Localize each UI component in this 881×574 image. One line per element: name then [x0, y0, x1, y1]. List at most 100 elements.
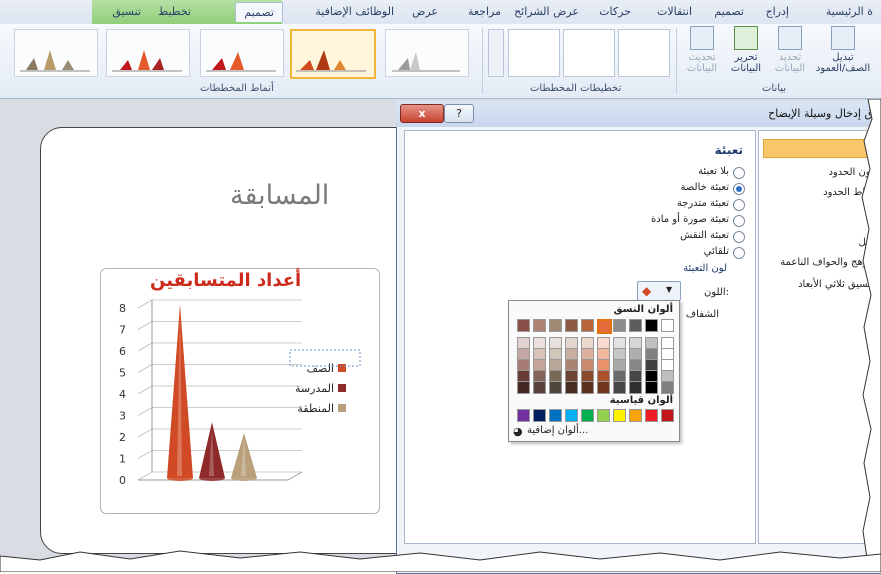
legend-key — [338, 364, 346, 372]
gridline-side — [137, 407, 153, 416]
tab-chart-layout[interactable]: تخطيط — [158, 5, 191, 18]
standard-color-swatch[interactable] — [645, 409, 658, 422]
theme-color-swatch[interactable] — [549, 319, 562, 332]
theme-shade-swatch[interactable] — [645, 381, 658, 394]
group-label-data: بيانات — [762, 83, 787, 94]
chart-legend[interactable]: الصف المدرسة المنطقة — [289, 349, 361, 415]
theme-shade-swatch[interactable] — [661, 381, 674, 394]
chart-layout-2[interactable] — [563, 29, 615, 77]
tab-animations[interactable]: حركات — [599, 5, 631, 18]
theme-color-swatch[interactable] — [533, 319, 546, 332]
transparency-label: الشفاف — [685, 309, 719, 320]
theme-shade-swatch[interactable] — [517, 381, 530, 394]
legend-label: الصف — [307, 362, 334, 375]
legend-label: المنطقة — [297, 402, 334, 415]
theme-shade-swatch[interactable] — [533, 381, 546, 394]
tab-chart-format[interactable]: تنسيق — [112, 5, 141, 18]
theme-color-swatch[interactable] — [565, 319, 578, 332]
legend-key — [338, 384, 346, 392]
tab-addins[interactable]: الوظائف الإضافية — [315, 5, 394, 18]
theme-shade-swatch[interactable] — [549, 381, 562, 394]
theme-color-swatch[interactable] — [517, 319, 530, 332]
tab-review[interactable]: مراجعة — [468, 5, 501, 18]
color-wheel-icon: ◕ — [513, 425, 523, 438]
label-picture-fill: تعبئة صورة أو مادة — [651, 214, 729, 225]
tab-insert[interactable]: إدراج — [766, 5, 789, 18]
chart-layout-1[interactable] — [618, 29, 670, 77]
tab-design[interactable]: تصميم — [714, 5, 744, 18]
layouts-scroll[interactable] — [488, 29, 504, 77]
help-button[interactable]: ? — [444, 104, 474, 123]
chart-layout-3[interactable] — [508, 29, 560, 77]
y-tick-label: 8 — [119, 302, 126, 315]
group-label-styles: أنماط المخططات — [200, 83, 274, 94]
y-tick-label: 3 — [119, 410, 126, 423]
torn-edge-right — [861, 99, 881, 572]
chart-plot[interactable]: 0 1 2 3 4 5 6 7 8 الصف المدرسة المنطقة — [100, 290, 380, 512]
paint-bucket-icon: ◆ — [642, 284, 652, 298]
theme-color-swatch[interactable] — [581, 319, 594, 332]
radio-solid-fill[interactable] — [733, 183, 745, 195]
radio-picture-fill[interactable] — [733, 215, 745, 227]
chart-bars — [167, 304, 257, 481]
y-tick-label: 7 — [119, 324, 126, 337]
group-label-layouts: تخطيطات المخططات — [530, 83, 622, 94]
radio-no-fill[interactable] — [733, 167, 745, 179]
tab-transitions[interactable]: انتقالات — [657, 5, 692, 18]
select-data-icon — [778, 26, 802, 50]
tab-chart-design[interactable]: تصميم — [235, 2, 283, 22]
standard-color-swatch[interactable] — [533, 409, 546, 422]
standard-color-swatch[interactable] — [549, 409, 562, 422]
fill-color-label: لون التعبئة — [683, 263, 727, 274]
standard-color-swatch[interactable] — [661, 409, 674, 422]
radio-gradient-fill[interactable] — [733, 199, 745, 211]
select-data-label: تحديد البيانات — [774, 52, 806, 74]
refresh-data-button[interactable]: تحديث البيانات — [682, 26, 722, 74]
gridline-side — [137, 364, 153, 373]
theme-shade-swatch[interactable] — [597, 381, 610, 394]
theme-shade-swatch[interactable] — [565, 381, 578, 394]
color-picker-button[interactable]: ◆ ▼ — [637, 281, 681, 301]
theme-shade-swatch[interactable] — [613, 381, 626, 394]
chart-title[interactable]: أعداد المتسابقين — [150, 270, 301, 291]
tab-slideshow[interactable]: عرض الشرائح — [514, 5, 579, 18]
select-data-button[interactable]: تحديد البيانات — [772, 26, 808, 74]
theme-shade-swatch[interactable] — [629, 381, 642, 394]
theme-color-swatch[interactable] — [597, 319, 612, 334]
standard-color-swatch[interactable] — [581, 409, 594, 422]
standard-color-swatch[interactable] — [517, 409, 530, 422]
floor-edge — [287, 471, 303, 481]
color-label: اللون: — [703, 287, 729, 298]
y-tick-label: 1 — [119, 453, 126, 466]
more-colors-link[interactable]: ألوان إضافية... — [527, 425, 588, 436]
theme-shade-swatch[interactable] — [581, 381, 594, 394]
y-tick-label: 5 — [119, 367, 126, 380]
style-1-preview — [392, 52, 460, 72]
torn-edge-bottom — [0, 550, 881, 572]
standard-color-swatch[interactable] — [597, 409, 610, 422]
theme-color-swatch[interactable] — [645, 319, 658, 332]
slide-title[interactable]: المسابقة — [230, 180, 329, 211]
theme-color-swatch[interactable] — [613, 319, 626, 332]
edit-data-button[interactable]: تحرير البيانات — [724, 26, 768, 74]
y-tick-label: 4 — [119, 388, 126, 401]
standard-color-swatch[interactable] — [629, 409, 642, 422]
radio-pattern-fill[interactable] — [733, 231, 745, 243]
switch-row-column-label: تبديل الصف/العمود — [815, 52, 871, 74]
switch-row-column-button[interactable]: تبديل الصف/العمود — [808, 26, 878, 74]
theme-color-swatch[interactable] — [629, 319, 642, 332]
gridline-side — [137, 342, 153, 352]
theme-color-swatch[interactable] — [661, 319, 674, 332]
close-button[interactable]: x — [400, 104, 444, 123]
tab-view[interactable]: عرض — [412, 5, 438, 18]
standard-color-swatch[interactable] — [565, 409, 578, 422]
chart-style-thumbnails — [20, 50, 460, 72]
standard-color-swatch[interactable] — [613, 409, 626, 422]
refresh-data-icon — [690, 26, 714, 50]
radio-automatic[interactable] — [733, 247, 745, 259]
gridline-side — [137, 450, 153, 459]
legend-label: المدرسة — [295, 382, 334, 395]
tab-home[interactable]: ة الرئيسية — [826, 5, 873, 18]
fill-heading: تعبئة — [714, 143, 743, 157]
style-4-preview — [112, 50, 182, 72]
